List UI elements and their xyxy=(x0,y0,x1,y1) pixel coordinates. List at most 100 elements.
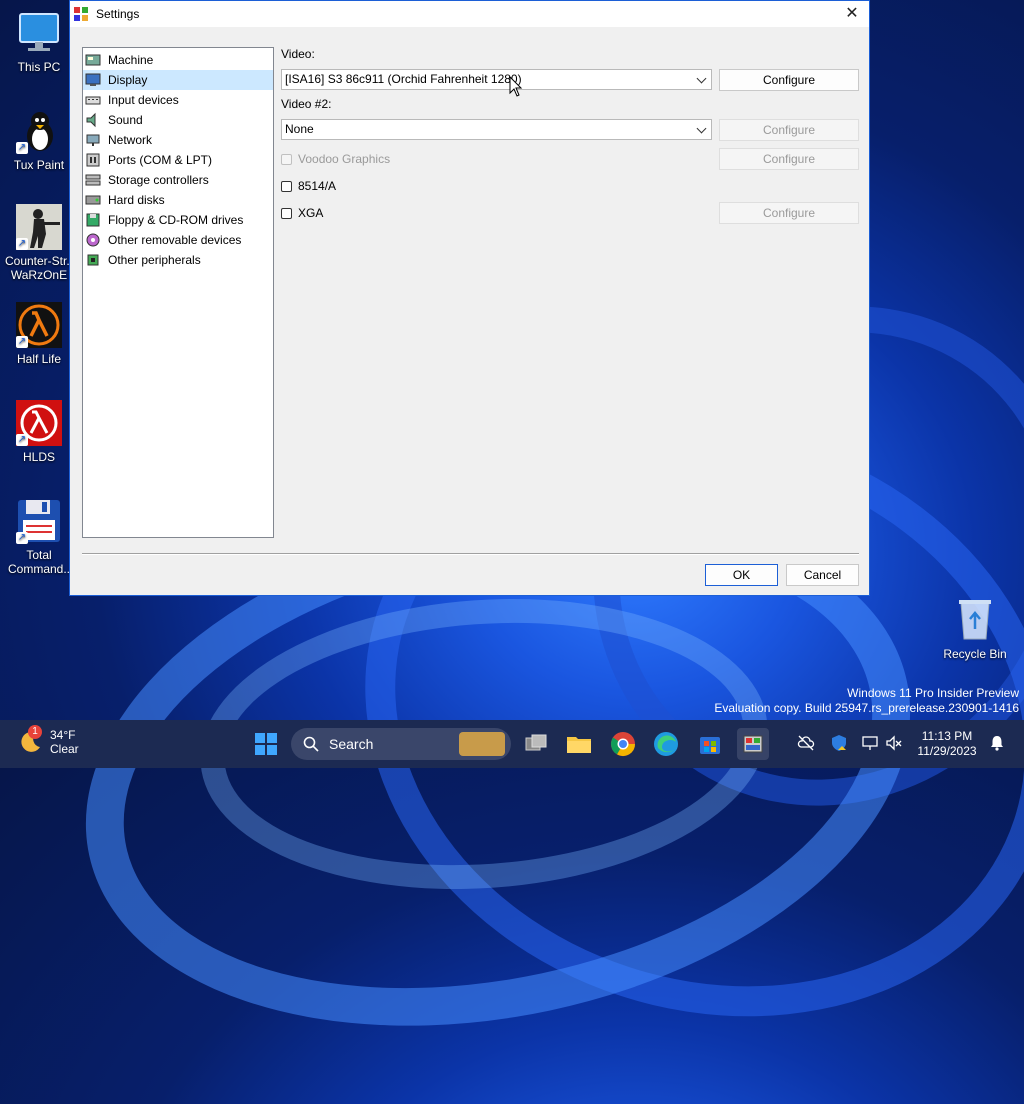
shortcut-arrow-icon: ↗ xyxy=(16,532,28,544)
video2-label: Video #2: xyxy=(281,97,332,111)
desktop-icon-label: This PC xyxy=(17,60,61,74)
sidebar-item-storage-controllers[interactable]: Storage controllers xyxy=(83,170,273,190)
weather-widget[interactable]: 1 34°F Clear xyxy=(18,725,79,756)
watermark-line1: Windows 11 Pro Insider Preview xyxy=(847,686,1019,700)
shortcut-arrow-icon: ↗ xyxy=(16,142,28,154)
video-label: Video: xyxy=(281,47,315,61)
edge-button[interactable] xyxy=(650,728,682,760)
clock-date: 11/29/2023 xyxy=(917,744,977,758)
close-icon: ✕ xyxy=(845,5,859,22)
ibm8514-label: 8514/A xyxy=(298,179,337,193)
category-list[interactable]: Machine Display Input devices Sound Netw… xyxy=(82,47,274,538)
search-highlight-icon xyxy=(459,732,505,756)
desktop-icon-tux-paint[interactable]: ↗ Tux Paint xyxy=(2,108,76,172)
sidebar-item-network[interactable]: Network xyxy=(83,130,273,150)
voodoo-checkbox[interactable]: Voodoo Graphics xyxy=(281,152,390,166)
notification-bell-icon[interactable] xyxy=(988,734,1006,752)
defender-icon[interactable] xyxy=(830,734,848,752)
chevron-down-icon xyxy=(696,123,707,134)
sidebar-item-label: Floppy & CD-ROM drives xyxy=(108,213,244,227)
watermark-line2: Evaluation copy. Build 25947.rs_prerelea… xyxy=(714,701,1019,715)
sidebar-item-machine[interactable]: Machine xyxy=(83,50,273,70)
video2-configure-button[interactable]: Configure xyxy=(719,119,859,141)
desktop-icon-label-line2: Command.. xyxy=(7,562,71,576)
speaker-icon xyxy=(85,112,101,128)
desktop-icon-counter-strike[interactable]: ↗ Counter-Str.. WaRzOnE xyxy=(2,204,76,282)
video-select[interactable]: [ISA16] S3 86c911 (Orchid Fahrenheit 128… xyxy=(281,69,712,90)
monitor-icon xyxy=(16,10,62,56)
network-icon xyxy=(85,132,101,148)
weather-badge: 1 xyxy=(28,725,42,739)
xga-configure-button[interactable]: Configure xyxy=(719,202,859,224)
desktop-icon-half-life[interactable]: ↗ Half Life xyxy=(2,302,76,366)
checkbox-box xyxy=(281,153,292,165)
store-button[interactable] xyxy=(694,728,726,760)
port-icon xyxy=(85,152,101,168)
voodoo-configure-button[interactable]: Configure xyxy=(719,148,859,170)
checkbox-box xyxy=(281,207,292,219)
weather-temp: 34°F xyxy=(50,728,76,742)
moon-icon: 1 xyxy=(18,725,44,755)
soldier-icon: ↗ xyxy=(16,204,62,250)
desktop-icon-label: Half Life xyxy=(16,352,62,366)
desktop-icon-label: Counter-Str.. xyxy=(4,254,74,268)
network-status-icon[interactable] xyxy=(861,734,879,752)
sidebar-item-label: Other peripherals xyxy=(108,253,201,267)
desktop-icon-total-commander[interactable]: ↗ Total Command.. xyxy=(2,498,76,576)
sidebar-item-label: Ports (COM & LPT) xyxy=(108,153,213,167)
desktop-icon-label: Total xyxy=(26,548,52,562)
desktop-icon-label: HLDS xyxy=(22,450,55,464)
taskbar-search[interactable]: Search xyxy=(291,728,511,760)
video2-select[interactable]: None xyxy=(281,119,712,140)
hard-disk-icon xyxy=(85,192,101,208)
voodoo-label: Voodoo Graphics xyxy=(298,152,391,166)
sidebar-item-floppy-cdrom[interactable]: Floppy & CD-ROM drives xyxy=(83,210,273,230)
title-bar[interactable]: Settings ✕ xyxy=(70,1,869,27)
sidebar-item-label: Display xyxy=(108,73,148,87)
search-icon xyxy=(303,736,319,752)
sidebar-item-hard-disks[interactable]: Hard disks xyxy=(83,190,273,210)
sidebar-item-removable-devices[interactable]: Other removable devices xyxy=(83,230,273,250)
xga-checkbox[interactable]: XGA xyxy=(281,206,323,220)
penguin-icon: ↗ xyxy=(16,108,62,154)
removable-disk-icon xyxy=(85,232,101,248)
xga-label: XGA xyxy=(298,206,324,220)
sidebar-item-other-peripherals[interactable]: Other peripherals xyxy=(83,250,273,270)
volume-muted-icon[interactable] xyxy=(885,734,903,752)
start-button[interactable] xyxy=(250,728,282,760)
file-explorer-button[interactable] xyxy=(563,728,595,760)
desktop-icon-recycle-bin[interactable]: Recycle Bin xyxy=(938,597,1012,661)
video2-select-value: None xyxy=(285,122,314,136)
cloud-offline-icon[interactable] xyxy=(797,734,815,752)
sidebar-item-label: Storage controllers xyxy=(108,173,209,187)
video-configure-button[interactable]: Configure xyxy=(719,69,859,91)
sidebar-item-label: Input devices xyxy=(108,93,179,107)
app-icon xyxy=(74,7,88,21)
86box-button[interactable] xyxy=(737,728,769,760)
shortcut-arrow-icon: ↗ xyxy=(16,238,28,250)
close-button[interactable]: ✕ xyxy=(843,5,861,23)
sidebar-item-label: Machine xyxy=(108,53,154,67)
windows-watermark: Windows 11 Pro Insider Preview Evaluatio… xyxy=(714,686,1019,716)
desktop-icon-label: Tux Paint xyxy=(13,158,65,172)
chrome-button[interactable] xyxy=(607,728,639,760)
taskbar: 1 34°F Clear Search 11:13 PM 11/29/2023 xyxy=(0,720,1024,768)
sidebar-item-label: Network xyxy=(108,133,153,147)
ibm8514-checkbox[interactable]: 8514/A xyxy=(281,179,336,193)
floppy-icon xyxy=(85,212,101,228)
sidebar-item-ports[interactable]: Ports (COM & LPT) xyxy=(83,150,273,170)
recycle-bin-label: Recycle Bin xyxy=(943,647,1007,661)
ok-button[interactable]: OK xyxy=(705,564,778,586)
taskbar-clock[interactable]: 11:13 PM 11/29/2023 xyxy=(912,729,982,759)
cancel-button[interactable]: Cancel xyxy=(786,564,859,586)
sidebar-item-display[interactable]: Display xyxy=(83,70,273,90)
sidebar-item-input-devices[interactable]: Input devices xyxy=(83,90,273,110)
desktop-icon-hlds[interactable]: ↗ HLDS xyxy=(2,400,76,464)
machine-icon xyxy=(85,52,101,68)
desktop-icon-this-pc[interactable]: This PC xyxy=(2,10,76,74)
lambda-server-icon: ↗ xyxy=(16,400,62,446)
task-view-button[interactable] xyxy=(520,728,552,760)
floppy-disk-icon: ↗ xyxy=(16,498,62,544)
shortcut-arrow-icon: ↗ xyxy=(16,434,28,446)
sidebar-item-sound[interactable]: Sound xyxy=(83,110,273,130)
